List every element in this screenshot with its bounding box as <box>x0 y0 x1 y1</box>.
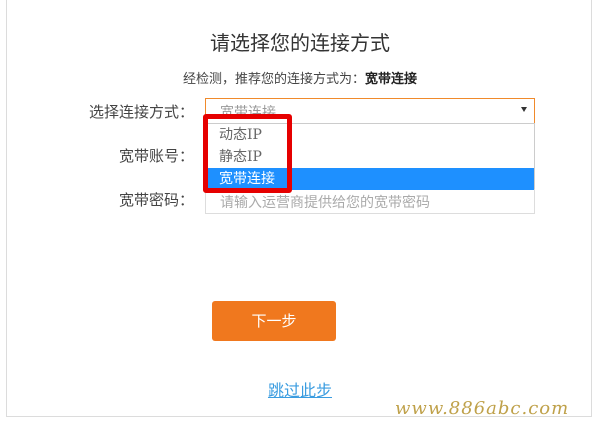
password-placeholder: 请输入运营商提供给您的宽带密码 <box>220 195 430 211</box>
skip-link-label: 跳过此步 <box>267 381 332 400</box>
next-button[interactable]: 下一步 <box>212 301 336 341</box>
account-label: 宽带账号： <box>118 147 194 165</box>
page-title: 请选择您的连接方式 <box>210 31 390 55</box>
detect-value: 宽带连接 <box>365 72 418 87</box>
password-label: 宽带密码： <box>118 191 194 209</box>
highlight-box <box>203 114 292 193</box>
watermark: www.886abc.com <box>395 398 570 419</box>
chevron-down-icon <box>521 107 527 112</box>
detect-message: 经检测，推荐您的连接方式为：宽带连接 <box>0 68 600 87</box>
detect-prefix: 经检测，推荐您的连接方式为： <box>182 72 365 87</box>
conn-type-label: 选择连接方式： <box>88 103 194 121</box>
